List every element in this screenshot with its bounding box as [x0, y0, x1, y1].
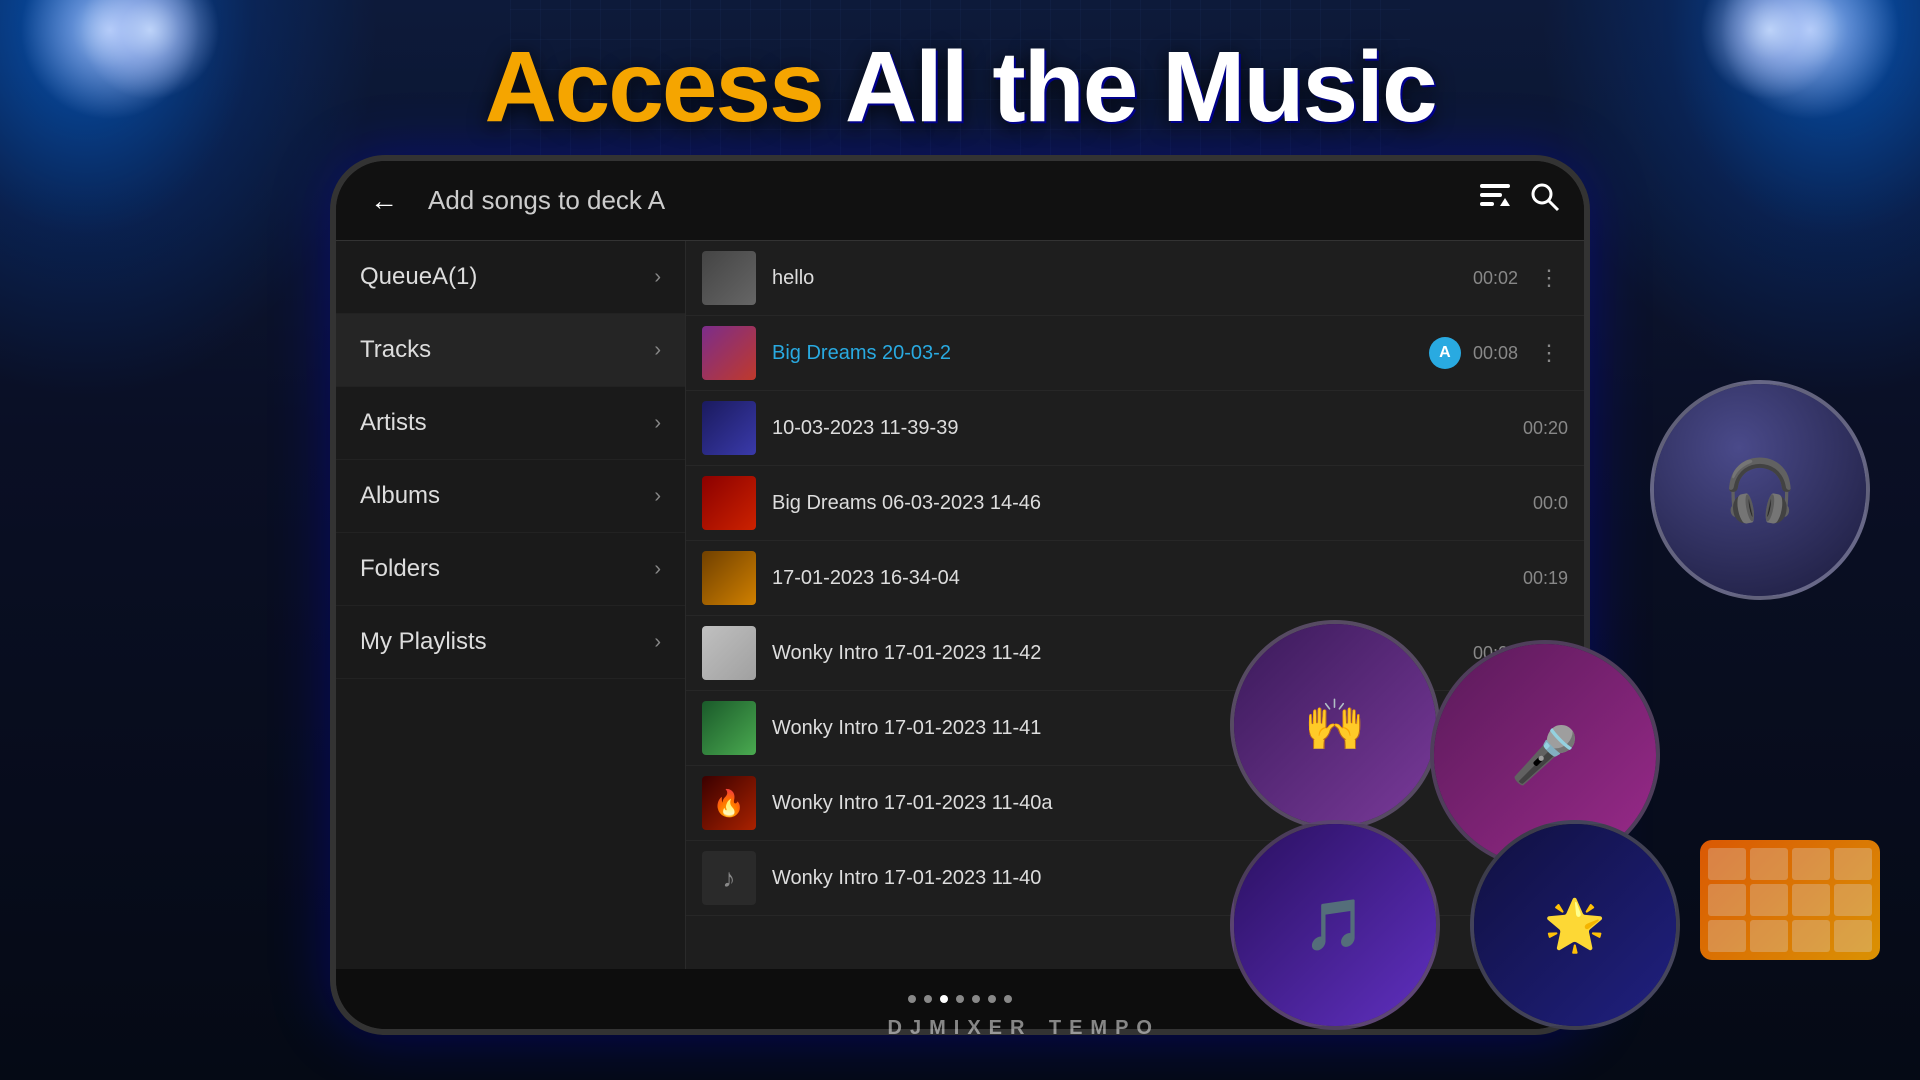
tempo-label: TEMPO	[1049, 1017, 1160, 1040]
key-pad	[1708, 920, 1746, 952]
sidebar-label-folders: Folders	[360, 555, 440, 583]
key-pad	[1792, 848, 1830, 880]
track-thumbnail	[702, 701, 756, 755]
track-thumbnail: ♪	[702, 851, 756, 905]
key-pad	[1792, 920, 1830, 952]
key-pad	[1792, 884, 1830, 916]
track-thumbnail	[702, 626, 756, 680]
chevron-albums: ›	[654, 485, 661, 508]
track-meta: A 00:08 ⋮	[1429, 336, 1568, 370]
sidebar-label-albums: Albums	[360, 482, 440, 510]
track-name: 17-01-2023 16-34-04	[772, 567, 1511, 590]
deco-circle-stage: 🌟	[1470, 820, 1680, 1030]
track-thumbnail: 🔥	[702, 776, 756, 830]
title-access: Access	[484, 31, 822, 143]
track-more-button[interactable]: ⋮	[1530, 336, 1568, 370]
dot-4	[956, 995, 964, 1003]
keyboard-decoration	[1700, 840, 1880, 960]
track-info: Big Dreams 06-03-2023 14-46	[772, 492, 1521, 515]
track-item[interactable]: hello 00:02 ⋮	[686, 241, 1584, 316]
track-info: Big Dreams 20-03-2	[772, 342, 1417, 365]
dot-1	[908, 995, 916, 1003]
sidebar-item-playlists[interactable]: My Playlists ›	[336, 606, 685, 679]
chevron-artists: ›	[654, 412, 661, 435]
sidebar-item-folders[interactable]: Folders ›	[336, 533, 685, 606]
key-pad	[1708, 884, 1746, 916]
header-title: Add songs to deck A	[428, 185, 1480, 216]
dot-6	[988, 995, 996, 1003]
sidebar-label-queue: QueueA(1)	[360, 263, 477, 291]
track-thumbnail	[702, 251, 756, 305]
dot-7	[1004, 995, 1012, 1003]
track-info: 17-01-2023 16-34-04	[772, 567, 1511, 590]
header-bar: ← Add songs to deck A	[336, 161, 1584, 241]
chevron-folders: ›	[654, 558, 661, 581]
track-info: 10-03-2023 11-39-39	[772, 417, 1511, 440]
deco-circle-crowd: 🙌	[1230, 620, 1440, 830]
track-thumbnail	[702, 401, 756, 455]
track-duration: 00:19	[1523, 568, 1568, 589]
track-name: Wonky Intro 17-01-2023 11-40	[772, 867, 1556, 890]
track-item[interactable]: ♪ Wonky Intro 17-01-2023 11-40	[686, 841, 1584, 916]
track-meta: 00:02 ⋮	[1473, 261, 1568, 295]
track-item[interactable]: 17-01-2023 16-34-04 00:19	[686, 541, 1584, 616]
sidebar-item-tracks[interactable]: Tracks ›	[336, 314, 685, 387]
sidebar-item-queue[interactable]: QueueA(1) ›	[336, 241, 685, 314]
track-thumbnail	[702, 476, 756, 530]
main-title: Access All the Music	[484, 30, 1435, 145]
key-pad	[1834, 884, 1872, 916]
track-meta: 00:19	[1523, 568, 1568, 589]
track-name: Big Dreams 20-03-2	[772, 342, 1417, 365]
track-duration: 00:08	[1473, 343, 1518, 364]
track-info: Wonky Intro 17-01-2023 11-40	[772, 867, 1556, 890]
track-duration: 00:20	[1523, 418, 1568, 439]
track-thumbnail	[702, 551, 756, 605]
title-rest: All the Music	[845, 31, 1436, 143]
track-info: hello	[772, 267, 1461, 290]
key-pad	[1834, 848, 1872, 880]
dot-3	[940, 995, 948, 1003]
track-meta: 00:0	[1533, 493, 1568, 514]
sidebar-label-artists: Artists	[360, 409, 427, 437]
track-name: Big Dreams 06-03-2023 14-46	[772, 492, 1521, 515]
sidebar: QueueA(1) › Tracks › Artists › Albums › …	[336, 241, 686, 969]
track-list: hello 00:02 ⋮ Big Dreams 20-03-2 A	[686, 241, 1584, 969]
header-icons	[1480, 182, 1560, 219]
track-thumbnail	[702, 326, 756, 380]
track-meta: 00:20	[1523, 418, 1568, 439]
sidebar-item-albums[interactable]: Albums ›	[336, 460, 685, 533]
sidebar-item-artists[interactable]: Artists ›	[336, 387, 685, 460]
track-more-button[interactable]: ⋮	[1530, 261, 1568, 295]
sort-icon[interactable]	[1480, 184, 1510, 217]
track-item[interactable]: Big Dreams 20-03-2 A 00:08 ⋮	[686, 316, 1584, 391]
key-pad	[1834, 920, 1872, 952]
deco-circle-dj3: 🎵	[1230, 820, 1440, 1030]
chevron-playlists: ›	[654, 631, 661, 654]
key-pad	[1750, 920, 1788, 952]
app-label: DJMIXER	[888, 1017, 1033, 1040]
track-item[interactable]: Big Dreams 06-03-2023 14-46 00:0	[686, 466, 1584, 541]
key-pad	[1750, 848, 1788, 880]
deck-badge: A	[1429, 337, 1461, 369]
track-item[interactable]: 10-03-2023 11-39-39 00:20	[686, 391, 1584, 466]
search-icon[interactable]	[1530, 182, 1560, 219]
deco-circle-dj: 🎧	[1650, 380, 1870, 600]
track-duration: 00:0	[1533, 493, 1568, 514]
dot-5	[972, 995, 980, 1003]
track-name: 10-03-2023 11-39-39	[772, 417, 1511, 440]
chevron-tracks: ›	[654, 339, 661, 362]
key-pad	[1750, 884, 1788, 916]
track-item[interactable]: Wonky Intro 17-01-2023 11-42 00:02 ⋮	[686, 616, 1584, 691]
sidebar-label-tracks: Tracks	[360, 336, 431, 364]
track-name: hello	[772, 267, 1461, 290]
sidebar-label-playlists: My Playlists	[360, 628, 487, 656]
key-pad	[1708, 848, 1746, 880]
back-button[interactable]: ←	[360, 177, 408, 225]
dot-2	[924, 995, 932, 1003]
chevron-queue: ›	[654, 266, 661, 289]
track-duration: 00:02	[1473, 268, 1518, 289]
